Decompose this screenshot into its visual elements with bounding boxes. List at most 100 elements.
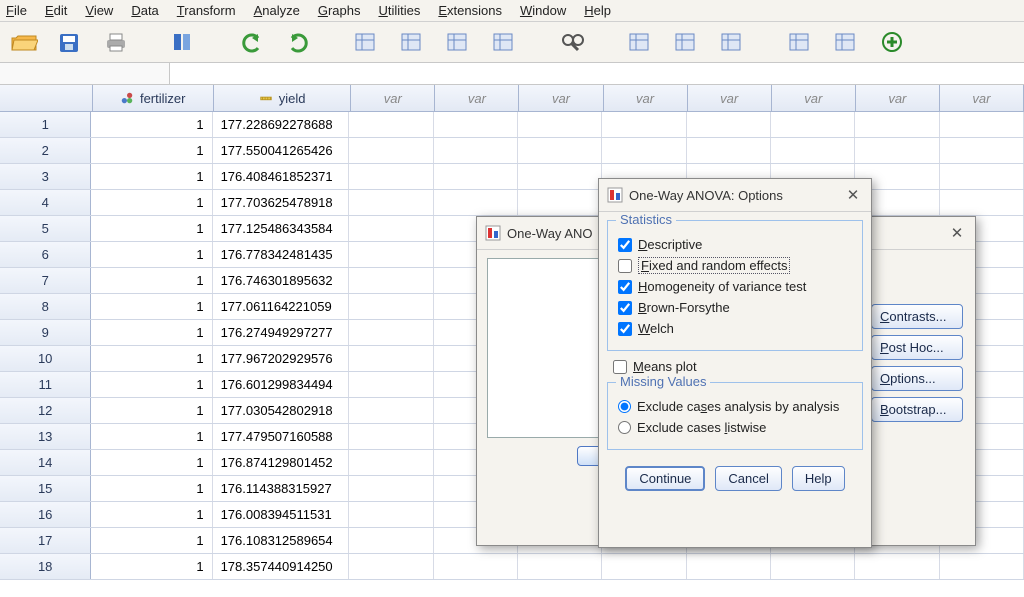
checkbox-input[interactable] (618, 280, 632, 294)
column-header-empty[interactable]: var (772, 85, 856, 111)
row-header[interactable]: 3 (0, 164, 91, 189)
options-button[interactable]: Options... (871, 366, 963, 391)
menu-utilities[interactable]: Utilities (378, 3, 420, 18)
column-header-empty[interactable]: var (688, 85, 772, 111)
menu-view[interactable]: View (85, 3, 113, 18)
cell-fertilizer[interactable]: 1 (91, 164, 212, 189)
cell-empty[interactable] (434, 164, 518, 189)
redo-icon[interactable] (282, 28, 314, 56)
row-header[interactable]: 2 (0, 138, 91, 163)
row-header[interactable]: 15 (0, 476, 91, 501)
cell-yield[interactable]: 176.874129801452 (213, 450, 350, 475)
contrasts-button[interactable]: Contrasts... (871, 304, 963, 329)
cell-empty[interactable] (518, 138, 602, 163)
cell-fertilizer[interactable]: 1 (91, 450, 212, 475)
cell-empty[interactable] (349, 294, 433, 319)
close-icon[interactable]: ✕ (947, 223, 967, 243)
cell-empty[interactable] (518, 164, 602, 189)
cell-yield[interactable]: 176.108312589654 (213, 528, 350, 553)
column-header-empty[interactable]: var (604, 85, 688, 111)
cell-empty[interactable] (349, 372, 433, 397)
cell-fertilizer[interactable]: 1 (91, 476, 212, 501)
cell-yield[interactable]: 177.125486343584 (213, 216, 350, 241)
cell-empty[interactable] (940, 112, 1024, 137)
post-hoc-button[interactable]: Post Hoc... (871, 335, 963, 360)
radio-input[interactable] (618, 421, 631, 434)
save-icon[interactable] (54, 28, 86, 56)
cell-empty[interactable] (434, 138, 518, 163)
checkbox-input[interactable] (618, 322, 632, 336)
column-header-fertilizer[interactable]: fertilizer (93, 85, 214, 111)
goto-icon[interactable] (350, 28, 382, 56)
cell-fertilizer[interactable]: 1 (91, 112, 212, 137)
cell-empty[interactable] (349, 528, 433, 553)
row-header[interactable]: 10 (0, 346, 91, 371)
menu-extensions[interactable]: Extensions (438, 3, 502, 18)
cell-yield[interactable]: 177.703625478918 (213, 190, 350, 215)
cell-empty[interactable] (349, 398, 433, 423)
row-header[interactable]: 5 (0, 216, 91, 241)
add-icon[interactable] (876, 28, 908, 56)
cell-empty[interactable] (855, 138, 939, 163)
cell-empty[interactable] (349, 164, 433, 189)
cell-fertilizer[interactable]: 1 (91, 190, 212, 215)
row-header[interactable]: 12 (0, 398, 91, 423)
cell-empty[interactable] (687, 554, 771, 579)
cell-empty[interactable] (771, 112, 855, 137)
cell-yield[interactable]: 177.479507160588 (213, 424, 350, 449)
menu-analyze[interactable]: Analyze (254, 3, 300, 18)
row-header[interactable]: 14 (0, 450, 91, 475)
cell-empty[interactable] (349, 320, 433, 345)
column-header-empty[interactable]: var (519, 85, 603, 111)
cancel-button[interactable]: Cancel (715, 466, 781, 491)
column-header-empty[interactable]: var (856, 85, 940, 111)
cell-yield[interactable]: 176.008394511531 (213, 502, 350, 527)
cell-fertilizer[interactable]: 1 (91, 424, 212, 449)
cell-empty[interactable] (602, 138, 686, 163)
radio-exclude-cases-listwise[interactable]: Exclude cases listwise (618, 420, 852, 435)
checkbox-input[interactable] (613, 360, 627, 374)
cell-fertilizer[interactable]: 1 (91, 138, 212, 163)
cell-yield[interactable]: 176.746301895632 (213, 268, 350, 293)
cell-fertilizer[interactable]: 1 (91, 372, 212, 397)
cell-empty[interactable] (349, 502, 433, 527)
cell-fertilizer[interactable]: 1 (91, 554, 212, 579)
continue-button[interactable]: Continue (625, 466, 705, 491)
checkbox-fixed-and-random-effects[interactable]: Fixed and random effects (618, 258, 852, 273)
cell-empty[interactable] (349, 268, 433, 293)
spellcheck-icon[interactable] (784, 28, 816, 56)
cell-empty[interactable] (349, 138, 433, 163)
split-file-icon[interactable] (624, 28, 656, 56)
cell-yield[interactable]: 176.778342481435 (213, 242, 350, 267)
cell-empty[interactable] (940, 164, 1024, 189)
column-header-yield[interactable]: yield (214, 85, 351, 111)
row-header[interactable]: 4 (0, 190, 91, 215)
column-header-empty[interactable]: var (940, 85, 1024, 111)
cell-yield[interactable]: 178.357440914250 (213, 554, 350, 579)
cell-empty[interactable] (940, 554, 1024, 579)
cell-fertilizer[interactable]: 1 (91, 528, 212, 553)
menu-data[interactable]: Data (131, 3, 158, 18)
cell-fertilizer[interactable]: 1 (91, 216, 212, 241)
dialog-titlebar[interactable]: One-Way ANOVA: Options ✕ (599, 179, 871, 212)
cell-empty[interactable] (602, 554, 686, 579)
cell-yield[interactable]: 177.030542802918 (213, 398, 350, 423)
cell-empty[interactable] (518, 112, 602, 137)
help-button[interactable]: Help (792, 466, 845, 491)
checkbox-descriptive[interactable]: Descriptive (618, 237, 852, 252)
menu-help[interactable]: Help (584, 3, 611, 18)
cell-fertilizer[interactable]: 1 (91, 268, 212, 293)
row-header[interactable]: 16 (0, 502, 91, 527)
cell-fertilizer[interactable]: 1 (91, 242, 212, 267)
cell-fertilizer[interactable]: 1 (91, 320, 212, 345)
cell-empty[interactable] (349, 242, 433, 267)
cell-yield[interactable]: 176.274949297277 (213, 320, 350, 345)
cell-empty[interactable] (602, 112, 686, 137)
row-header[interactable]: 11 (0, 372, 91, 397)
cell-empty[interactable] (349, 554, 433, 579)
row-header[interactable]: 18 (0, 554, 91, 579)
cell-empty[interactable] (855, 554, 939, 579)
variables-icon[interactable] (716, 28, 748, 56)
cell-empty[interactable] (349, 346, 433, 371)
cell-empty[interactable] (434, 554, 518, 579)
